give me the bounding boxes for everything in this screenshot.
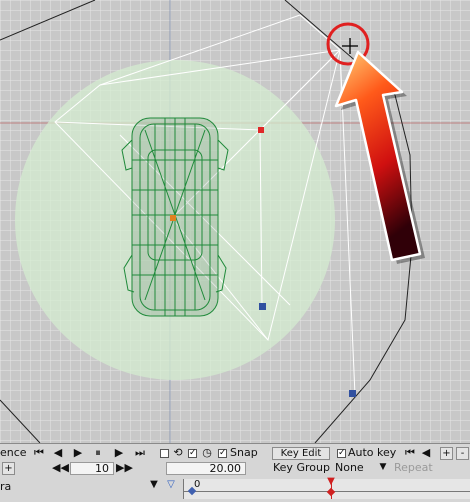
pivot-handle[interactable] [170,215,176,221]
timeline-ruler[interactable]: 0 ▼ [183,476,470,499]
clock-icon[interactable]: ◷ [200,446,214,459]
previous-frame-icon[interactable]: ◀ [52,446,64,459]
next-frame-icon[interactable]: ▶ [113,446,125,459]
loop-icon[interactable]: ⟲ [172,446,184,459]
frame-field[interactable]: 10 [70,462,114,475]
camera-track-label: ra [0,480,12,493]
key-group-select[interactable]: None [335,461,364,475]
sequence-checkbox[interactable] [160,449,169,458]
track-dropdown-chevron-icon[interactable]: ▼ [148,478,160,491]
camera-handle-bottom[interactable] [349,390,356,397]
key-group-label: Key Group [273,461,330,474]
target-handle[interactable] [258,127,264,133]
remove-key-button[interactable]: - [456,447,469,460]
step-forward-icon[interactable]: ▶▶ [116,461,133,474]
playhead-icon[interactable]: ▼ [326,475,336,488]
play-icon[interactable]: ▶ [72,446,84,459]
snap-checkbox[interactable]: ✓ [218,449,227,458]
repeat-label: Repeat [394,461,433,474]
add-key-button[interactable]: + [440,447,453,460]
sequence-label: ence [0,446,27,459]
go-to-end-icon[interactable]: ⏭ [134,446,146,459]
loop-checkbox[interactable]: ✓ [188,449,197,458]
timeline-panel: ence ⏮ ◀ ▶ ⏸ ▶ ⏭ ⟲ ✓ ◷ ✓ Snap Key Edit ✓… [0,443,470,502]
3d-viewport[interactable] [0,0,470,443]
auto-key-checkbox[interactable]: ✓ [337,449,346,458]
go-to-start-icon[interactable]: ⏮ [33,446,45,459]
next-key-icon[interactable]: ◀ [420,446,432,459]
time-field[interactable]: 20.00 [166,462,246,475]
pause-icon[interactable]: ⏸ [92,446,104,459]
filter-icon[interactable]: ▽ [165,478,177,491]
snap-label: Snap [230,446,258,459]
previous-key-icon[interactable]: ⏮ [404,446,416,459]
step-back-icon[interactable]: ◀◀ [52,461,69,474]
key-edit-button[interactable]: Key Edit [272,447,330,460]
auto-key-label: Auto key [348,446,397,459]
camera-handle-lower[interactable] [259,303,266,310]
current-key-marker[interactable] [326,487,336,497]
chevron-down-icon[interactable]: ▼ [378,461,388,474]
add-sequence-button[interactable]: + [2,462,15,475]
